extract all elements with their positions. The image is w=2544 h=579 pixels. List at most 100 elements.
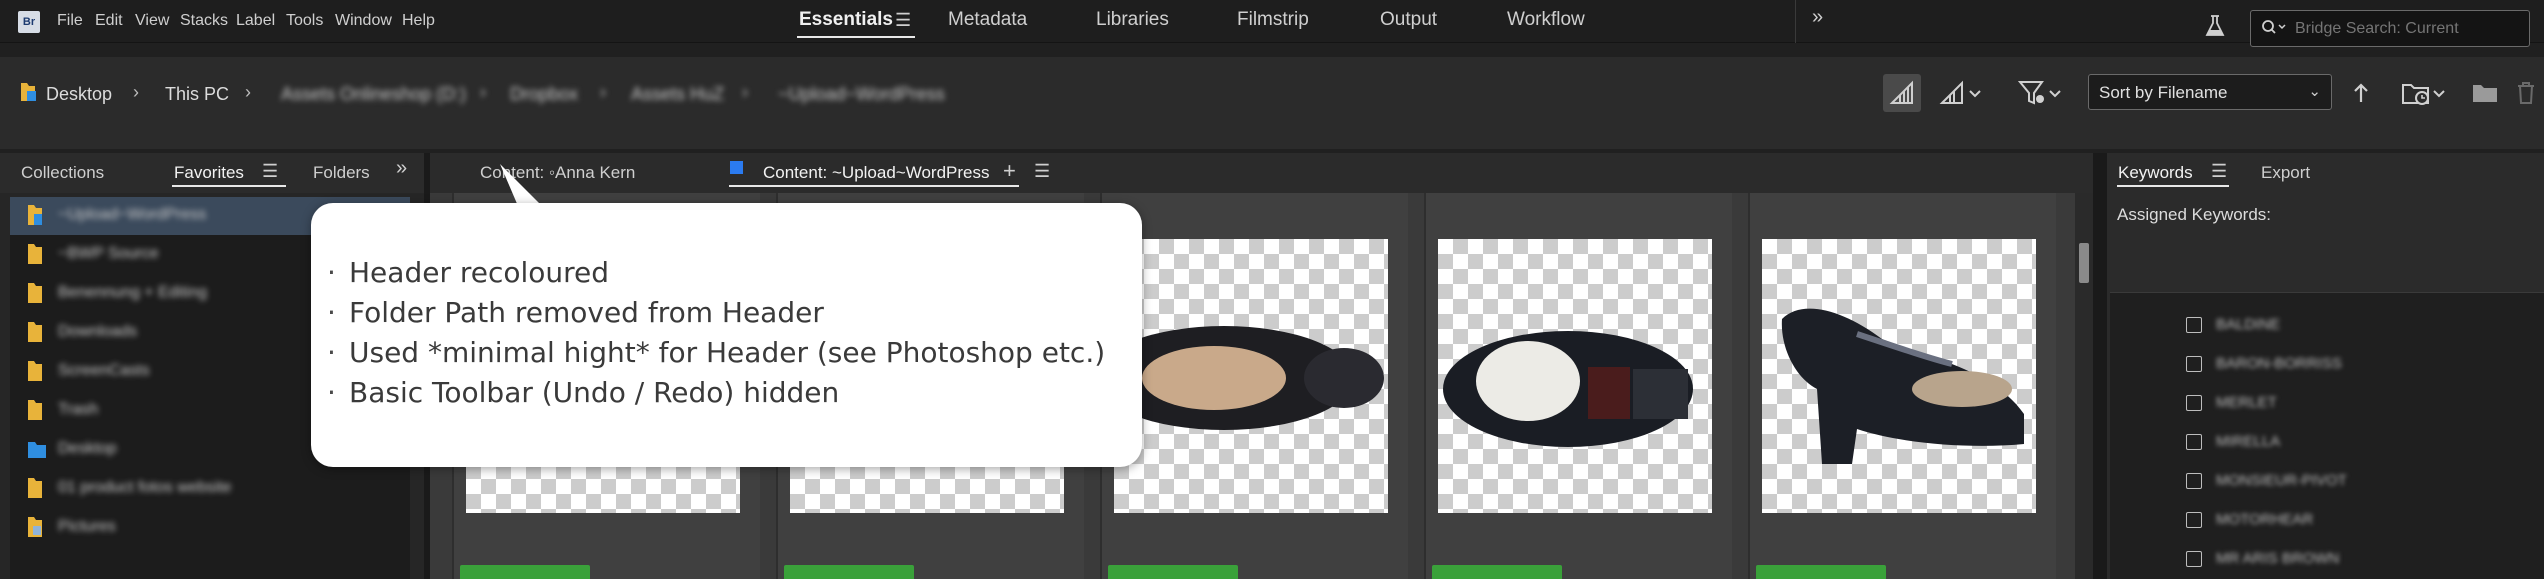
quality-options-button[interactable] xyxy=(1883,74,1921,112)
workspace-libraries[interactable]: Libraries xyxy=(1096,9,1169,31)
add-tab-icon[interactable]: + xyxy=(1003,158,1016,184)
content-tab-indicator xyxy=(729,185,1019,187)
menu-tools[interactable]: Tools xyxy=(286,12,323,30)
content-tab-color-icon xyxy=(730,161,743,174)
search-icon[interactable] xyxy=(2261,19,2287,37)
breadcrumb-separator-icon[interactable]: › xyxy=(480,82,486,103)
breadcrumb-separator-icon[interactable]: › xyxy=(133,82,139,103)
workspace-metadata[interactable]: Metadata xyxy=(948,9,1027,31)
content-panel-menu-icon[interactable]: ☰ xyxy=(1034,161,1050,182)
breadcrumb-separator-icon[interactable]: › xyxy=(245,82,251,103)
keyword-checkbox[interactable] xyxy=(2186,512,2202,528)
favorites-tab-indicator xyxy=(172,185,286,187)
flask-icon[interactable] xyxy=(2204,14,2226,38)
menu-help[interactable]: Help xyxy=(402,12,435,30)
new-folder-button[interactable] xyxy=(2470,74,2500,112)
filter-icon xyxy=(2017,81,2061,105)
folder-icon xyxy=(28,517,42,537)
keyword-checkbox[interactable] xyxy=(2186,473,2202,489)
menu-bar: Br File Edit View Stacks Label Tools Win… xyxy=(0,0,2544,47)
workspace-essentials[interactable]: Essentials xyxy=(799,9,893,31)
breadcrumb-separator-icon[interactable]: › xyxy=(742,82,748,103)
keywords-tab-indicator xyxy=(2117,185,2229,187)
favorites-panel-menu-icon[interactable]: ☰ xyxy=(262,161,278,182)
tab-folders[interactable]: Folders xyxy=(313,163,370,183)
keyword-label: BALDINE xyxy=(2216,316,2281,333)
menu-file[interactable]: File xyxy=(57,12,83,30)
breadcrumb-dropbox[interactable]: Dropbox xyxy=(510,84,578,105)
sort-direction-button[interactable] xyxy=(2348,74,2374,112)
right-panel-divider[interactable] xyxy=(2093,153,2107,579)
folder-icon xyxy=(28,361,42,381)
quality-dropdown-icon xyxy=(1939,80,1981,104)
quality-icon xyxy=(1889,80,1913,104)
breadcrumb-separator-icon[interactable]: › xyxy=(600,82,606,103)
tab-collections[interactable]: Collections xyxy=(21,163,104,183)
breadcrumb-drive[interactable]: Assets Onlineshop (D:) xyxy=(281,84,466,105)
menu-edit[interactable]: Edit xyxy=(95,12,123,30)
keyword-checkbox[interactable] xyxy=(2186,434,2202,450)
breadcrumb-current-folder[interactable]: ~Upload~WordPress xyxy=(778,84,945,105)
workspace-menu-icon[interactable]: ☰ xyxy=(895,10,911,31)
keyword-label: MR ARIS BROWN xyxy=(2216,550,2340,567)
label-color-bar xyxy=(784,565,914,579)
workspace-filmstrip[interactable]: Filmstrip xyxy=(1237,9,1309,31)
quality-dropdown-button[interactable] xyxy=(1938,74,1986,112)
bullet-icon: · xyxy=(327,336,336,369)
thumbnail-cell[interactable] xyxy=(1424,193,1732,579)
workspace-output[interactable]: Output xyxy=(1380,9,1437,31)
folder-icon xyxy=(2473,85,2497,102)
thumbnail-cell[interactable] xyxy=(1100,193,1408,579)
favorite-item[interactable]: Pictures xyxy=(10,509,410,547)
folder-icon xyxy=(28,400,42,420)
keyword-label: MERLET xyxy=(2216,394,2277,411)
breadcrumb-desktop[interactable]: Desktop xyxy=(46,84,112,105)
sort-label: Sort by Filename xyxy=(2099,83,2228,102)
keyword-label: MONSIEUR-PIVOT xyxy=(2216,472,2347,489)
trash-icon xyxy=(2518,82,2534,104)
menu-label[interactable]: Label xyxy=(236,12,275,30)
search-input[interactable] xyxy=(2295,17,2521,41)
recent-folders-button[interactable] xyxy=(2400,74,2450,112)
breadcrumb-this-pc[interactable]: This PC xyxy=(165,84,229,105)
shoe-sole-image xyxy=(1443,331,1693,447)
tab-favorites[interactable]: Favorites xyxy=(174,163,244,183)
breadcrumb-assets[interactable]: Assets HuZ xyxy=(631,84,724,105)
thumbnail-image xyxy=(1114,239,1388,513)
callout-item-text: Folder Path removed from Header xyxy=(349,296,824,329)
bullet-icon: · xyxy=(327,376,336,409)
thumbnail-cell[interactable] xyxy=(1748,193,2056,579)
folder-icon xyxy=(28,283,42,303)
keyword-checkbox[interactable] xyxy=(2186,356,2202,372)
keywords-panel-menu-icon[interactable]: ☰ xyxy=(2211,161,2227,182)
keywords-list: BALDINE BARON-BORRISS MERLET MIRELLA MON… xyxy=(2110,292,2544,579)
favorite-item-label: Benennung + Editing xyxy=(58,284,208,301)
content-scrollbar-thumb[interactable] xyxy=(2079,243,2089,283)
favorite-item[interactable]: 01 product fotos website xyxy=(10,470,410,508)
tab-content-upload-wordpress[interactable]: Content: ~Upload~WordPress xyxy=(763,163,989,183)
delete-button[interactable] xyxy=(2512,74,2540,112)
shoe-side-view-image xyxy=(1781,308,2024,464)
folder-icon xyxy=(28,478,42,498)
collapse-panel-icon[interactable]: » xyxy=(396,157,407,180)
content-scrollbar[interactable] xyxy=(2075,193,2093,579)
sort-select[interactable]: Sort by Filename ⌄ xyxy=(2088,74,2332,110)
tab-export[interactable]: Export xyxy=(2261,163,2310,183)
workspace-workflow[interactable]: Workflow xyxy=(1507,9,1585,31)
thumbnail-image xyxy=(1438,239,1712,513)
search-box[interactable] xyxy=(2250,10,2530,47)
more-workspaces-icon[interactable]: » xyxy=(1812,6,1823,29)
tab-keywords[interactable]: Keywords xyxy=(2118,163,2193,183)
bridge-logo-icon: Br xyxy=(18,11,40,33)
keyword-checkbox[interactable] xyxy=(2186,317,2202,333)
callout-item-text: Header recoloured xyxy=(349,256,610,289)
favorite-item-label: 01 product fotos website xyxy=(58,479,232,496)
menu-window[interactable]: Window xyxy=(335,12,392,30)
menu-view[interactable]: View xyxy=(135,12,169,30)
keyword-checkbox[interactable] xyxy=(2186,395,2202,411)
label-color-bar xyxy=(1108,565,1238,579)
favorite-item-label: Pictures xyxy=(58,518,116,535)
filter-button[interactable] xyxy=(2017,74,2067,112)
keyword-checkbox[interactable] xyxy=(2186,551,2202,567)
menu-stacks[interactable]: Stacks xyxy=(180,12,228,30)
